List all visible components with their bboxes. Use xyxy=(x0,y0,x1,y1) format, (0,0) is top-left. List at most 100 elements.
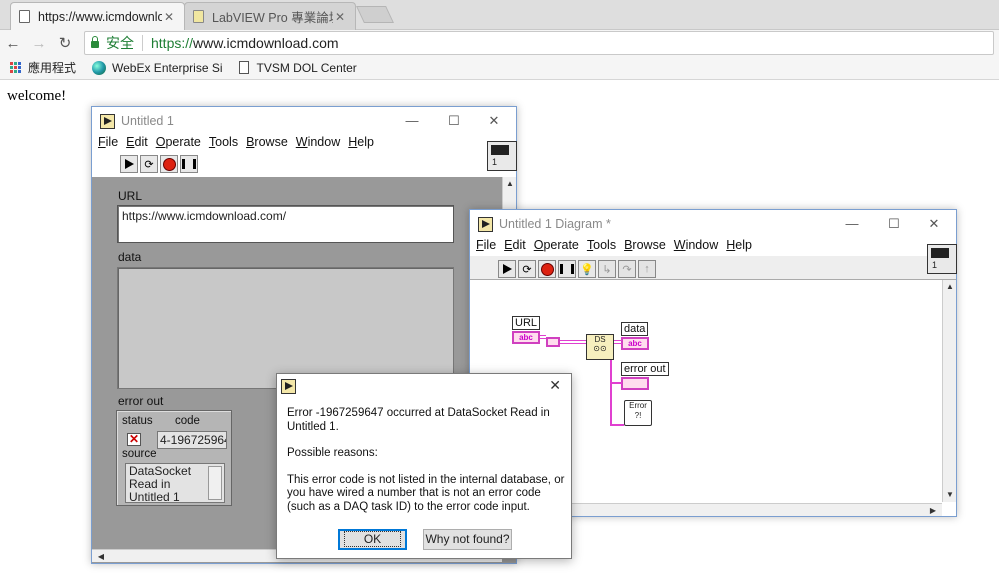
bookmark-label: 應用程式 xyxy=(28,61,77,75)
tab-title: https://www.icmdownlo xyxy=(38,9,162,24)
scroll-left-icon[interactable]: ◀ xyxy=(94,550,108,564)
bookmark-apps[interactable]: 應用程式 xyxy=(10,59,76,76)
minimize-button[interactable]: — xyxy=(832,210,872,238)
scroll-down-icon[interactable]: ▼ xyxy=(943,488,957,502)
bookmark-webex[interactable]: WebEx Enterprise Si xyxy=(92,60,223,75)
error-out-terminal-label: error out xyxy=(621,362,669,376)
code-label: code xyxy=(175,415,200,427)
menu-edit[interactable]: Edit xyxy=(126,135,148,153)
tab-strip: https://www.icmdownlo ✕ LabVIEW Pro 專業論壇… xyxy=(0,0,999,30)
menu-window[interactable]: Window xyxy=(674,238,718,256)
url-scheme: https:// xyxy=(151,35,194,51)
close-icon[interactable]: ✕ xyxy=(549,377,561,394)
error-dialog: ✕ Error -1967259647 occurred at DataSock… xyxy=(276,373,572,559)
address-bar[interactable]: 安全 https://www.icmdownload.com xyxy=(84,31,994,55)
run-continuously-icon[interactable]: ⟳ xyxy=(518,260,536,278)
possible-reasons-label: Possible reasons: xyxy=(287,447,378,459)
new-tab-button[interactable] xyxy=(356,6,394,23)
menu-file[interactable]: File xyxy=(98,135,118,153)
menu-file[interactable]: File xyxy=(476,238,496,256)
error-wire xyxy=(610,424,624,426)
menu-tools[interactable]: Tools xyxy=(209,135,238,153)
window-title: Untitled 1 Diagram * xyxy=(499,217,611,231)
page-icon xyxy=(19,10,30,23)
url-terminal[interactable]: abc xyxy=(512,331,540,344)
dialog-titlebar xyxy=(277,374,571,398)
menu-help[interactable]: Help xyxy=(726,238,752,256)
source-scrollbar[interactable] xyxy=(208,466,222,500)
data-terminal[interactable]: abc xyxy=(621,337,649,350)
tab-icmdownload[interactable]: https://www.icmdownlo ✕ xyxy=(10,2,185,30)
welcome-text: welcome! xyxy=(7,88,67,104)
connector-pane-icon[interactable] xyxy=(927,244,957,274)
to-variant-node[interactable] xyxy=(546,337,560,347)
close-tab-icon[interactable]: ✕ xyxy=(162,10,176,24)
step-out-icon[interactable]: ↑ xyxy=(638,260,656,278)
source-value: DataSocket Read in Untitled 1 xyxy=(125,463,225,503)
close-button[interactable]: ✕ xyxy=(914,210,954,238)
menu-help[interactable]: Help xyxy=(348,135,374,153)
maximize-button[interactable]: ☐ xyxy=(874,210,914,238)
source-label: source xyxy=(122,448,157,460)
pause-icon[interactable] xyxy=(558,260,576,278)
lock-icon xyxy=(91,35,99,48)
menu-browse[interactable]: Browse xyxy=(246,135,288,153)
reason-text: This error code is not listed in the int… xyxy=(287,473,565,513)
url-host: www.icmdownload.com xyxy=(193,35,339,51)
data-string-indicator xyxy=(117,267,454,389)
pause-icon[interactable] xyxy=(180,155,198,173)
run-continuously-icon[interactable]: ⟳ xyxy=(140,155,158,173)
ok-button[interactable]: OK xyxy=(338,529,407,550)
minimize-button[interactable]: — xyxy=(392,107,432,135)
abort-icon[interactable] xyxy=(160,155,178,173)
bookmark-tvsm[interactable]: TVSM DOL Center xyxy=(238,61,357,75)
menu-edit[interactable]: Edit xyxy=(504,238,526,256)
back-icon[interactable]: ← xyxy=(0,35,26,52)
menu-bar: File Edit Operate Tools Browse Window He… xyxy=(470,238,754,256)
menu-tools[interactable]: Tools xyxy=(587,238,616,256)
browser-toolbar: ← → ↻ 安全 https://www.icmdownload.com xyxy=(0,30,999,56)
url-string-control[interactable]: https://www.icmdownload.com/ xyxy=(117,205,454,243)
vertical-scrollbar[interactable]: ▲ ▼ xyxy=(942,280,956,502)
datasocket-read-node[interactable]: DS ⊙⊙ xyxy=(586,334,614,360)
run-toolbar: ⟳ 💡 ↳ ↷ ↑ xyxy=(498,260,656,278)
close-tab-icon[interactable]: ✕ xyxy=(333,10,347,24)
tab-labview-pro[interactable]: LabVIEW Pro 專業論壇 - ✕ xyxy=(184,2,356,30)
connector-pane-icon[interactable] xyxy=(487,141,517,171)
forward-icon[interactable]: → xyxy=(26,35,52,52)
menu-operate[interactable]: Operate xyxy=(156,135,201,153)
error-line: Error -1967259647 occurred at DataSocket… xyxy=(287,407,550,433)
close-button[interactable]: ✕ xyxy=(474,107,514,135)
url-label: URL xyxy=(118,189,143,203)
bookmark-label: WebEx Enterprise Si xyxy=(112,60,223,75)
status-error-icon: ✕ xyxy=(127,432,141,446)
webex-icon xyxy=(92,60,107,75)
reload-icon[interactable]: ↻ xyxy=(52,34,78,52)
code-value: 4-196725964 xyxy=(157,431,227,449)
highlight-execution-icon[interactable]: 💡 xyxy=(578,260,596,278)
abort-icon[interactable] xyxy=(538,260,556,278)
labview-icon xyxy=(281,378,296,394)
string-wire xyxy=(560,340,586,344)
step-into-icon[interactable]: ↳ xyxy=(598,260,616,278)
run-arrow-icon[interactable] xyxy=(498,260,516,278)
labview-icon xyxy=(100,113,115,129)
error-out-terminal[interactable] xyxy=(621,377,649,390)
run-arrow-icon[interactable] xyxy=(120,155,138,173)
menu-window[interactable]: Window xyxy=(296,135,340,153)
error-wire xyxy=(610,360,612,426)
data-terminal-label: data xyxy=(621,322,649,336)
why-not-found-button[interactable]: Why not found? xyxy=(423,529,512,550)
scroll-up-icon[interactable]: ▲ xyxy=(943,280,957,294)
labview-icon xyxy=(478,216,493,232)
menu-operate[interactable]: Operate xyxy=(534,238,579,256)
page-icon xyxy=(238,61,249,74)
menu-browse[interactable]: Browse xyxy=(624,238,666,256)
step-over-icon[interactable]: ↷ xyxy=(618,260,636,278)
secure-label: 安全 xyxy=(106,35,134,51)
simple-error-handler-node[interactable]: Error ?! xyxy=(624,400,652,426)
ok-label: OK xyxy=(343,531,402,547)
scroll-up-icon[interactable]: ▲ xyxy=(503,177,517,191)
scroll-right-icon[interactable]: ▶ xyxy=(926,504,940,518)
maximize-button[interactable]: ☐ xyxy=(434,107,474,135)
